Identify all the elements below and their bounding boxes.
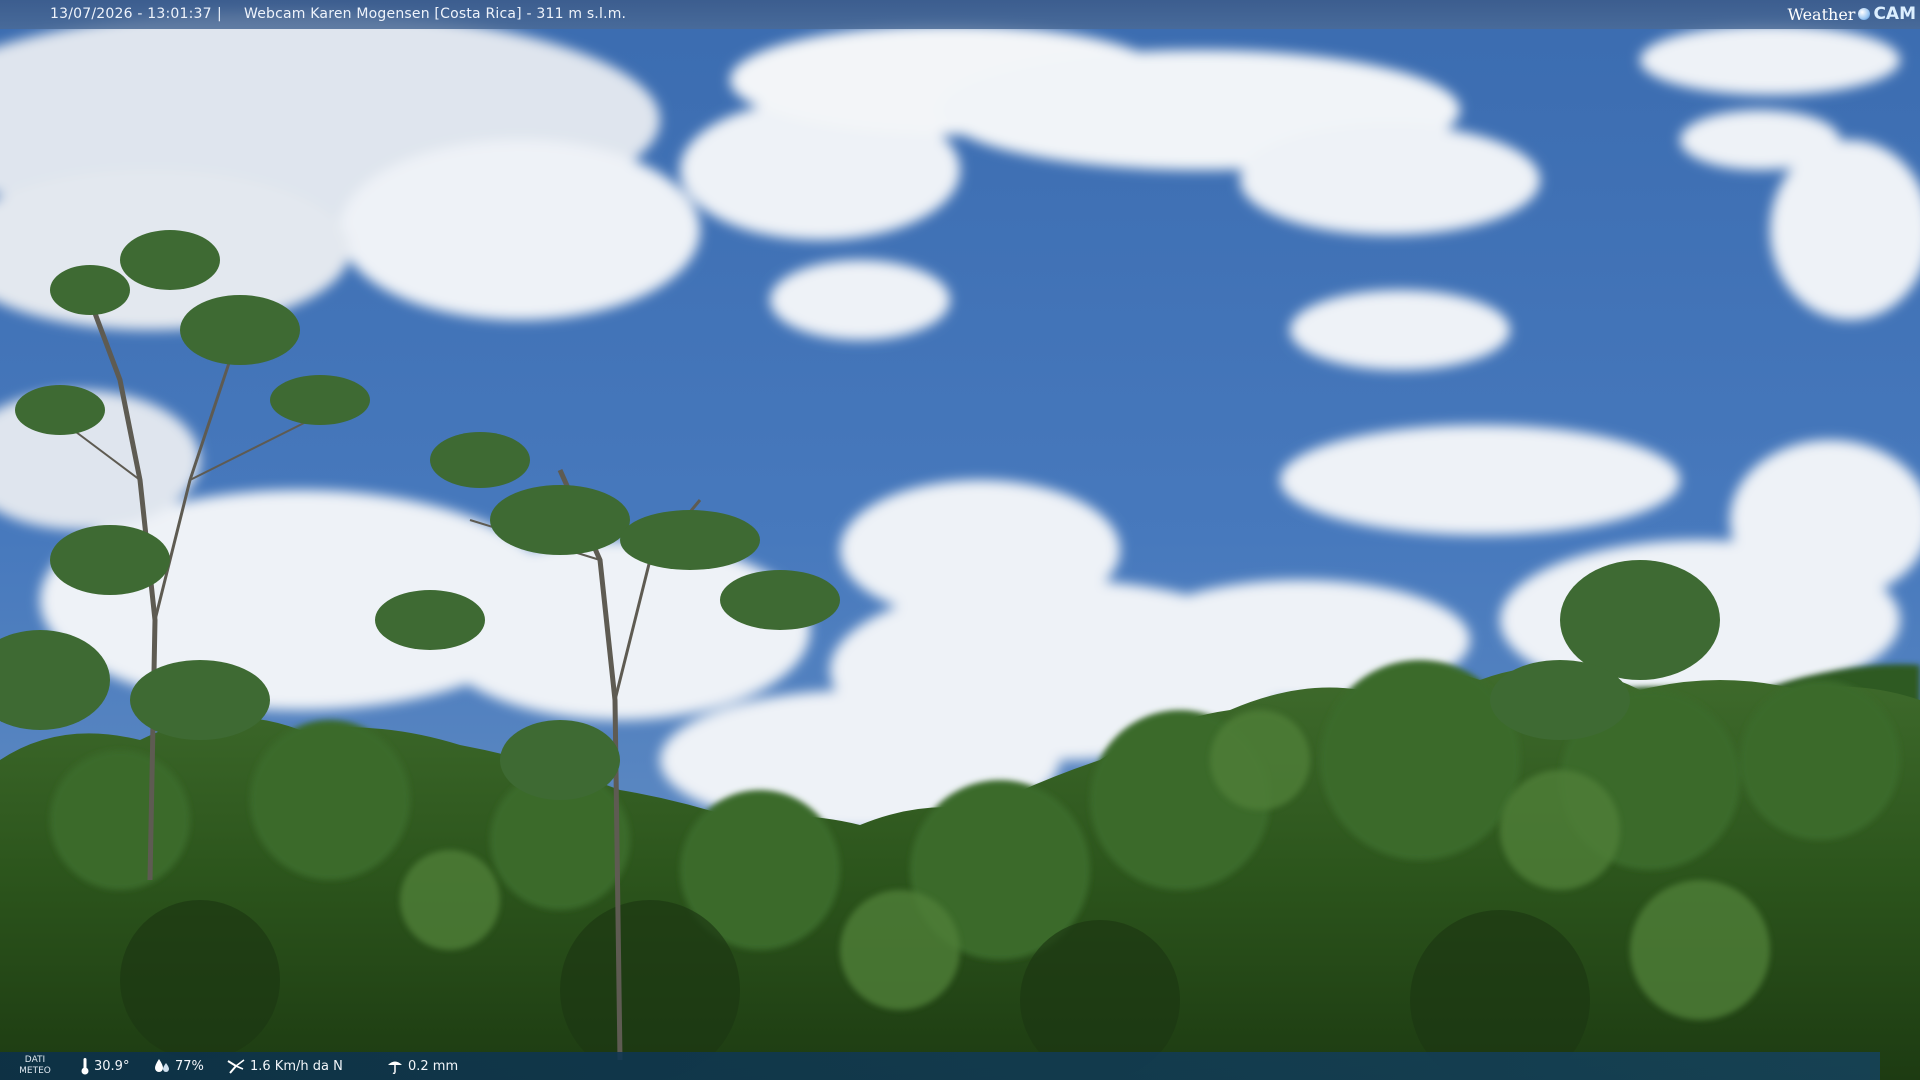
webcam-header-bar: 13/07/2026 - 13:01:37 | Webcam Karen Mog…	[0, 0, 1920, 29]
weathercam-logo: Weather CAM	[1787, 2, 1916, 26]
brand-cam-text: CAM	[1873, 3, 1916, 24]
weather-data-bar: DATI METEO 30.9° 77% 1.6 Km/h da N 0.2 m…	[0, 1052, 1880, 1080]
rain-value: 0.2 mm	[408, 1058, 459, 1074]
wind-value: 1.6 Km/h da N	[250, 1058, 343, 1074]
temperature-value: 30.9°	[94, 1058, 130, 1074]
rain-reading: 0.2 mm	[386, 1052, 458, 1080]
brand-weather-text: Weather	[1787, 4, 1856, 24]
humidity-value: 77%	[175, 1058, 204, 1074]
header-separator: |	[217, 6, 222, 22]
weather-label-line1: DATI	[24, 1055, 46, 1065]
humidity-reading: 77%	[153, 1052, 204, 1080]
timestamp: 13/07/2026 - 13:01:37	[50, 6, 212, 22]
wind-reading: 1.6 Km/h da N	[226, 1052, 343, 1080]
webcam-image	[0, 0, 1920, 1080]
webcam-title: Webcam Karen Mogensen [Costa Rica] - 311…	[244, 6, 627, 22]
weather-data-label: DATI METEO	[0, 1052, 70, 1080]
weather-label-line2: METEO	[19, 1066, 51, 1076]
temperature-reading: 30.9°	[80, 1052, 129, 1080]
thermometer-icon	[80, 1057, 90, 1075]
wind-icon	[226, 1057, 246, 1075]
globe-icon	[1858, 8, 1871, 20]
humidity-drops-icon	[153, 1057, 171, 1075]
rain-icon	[386, 1057, 404, 1075]
